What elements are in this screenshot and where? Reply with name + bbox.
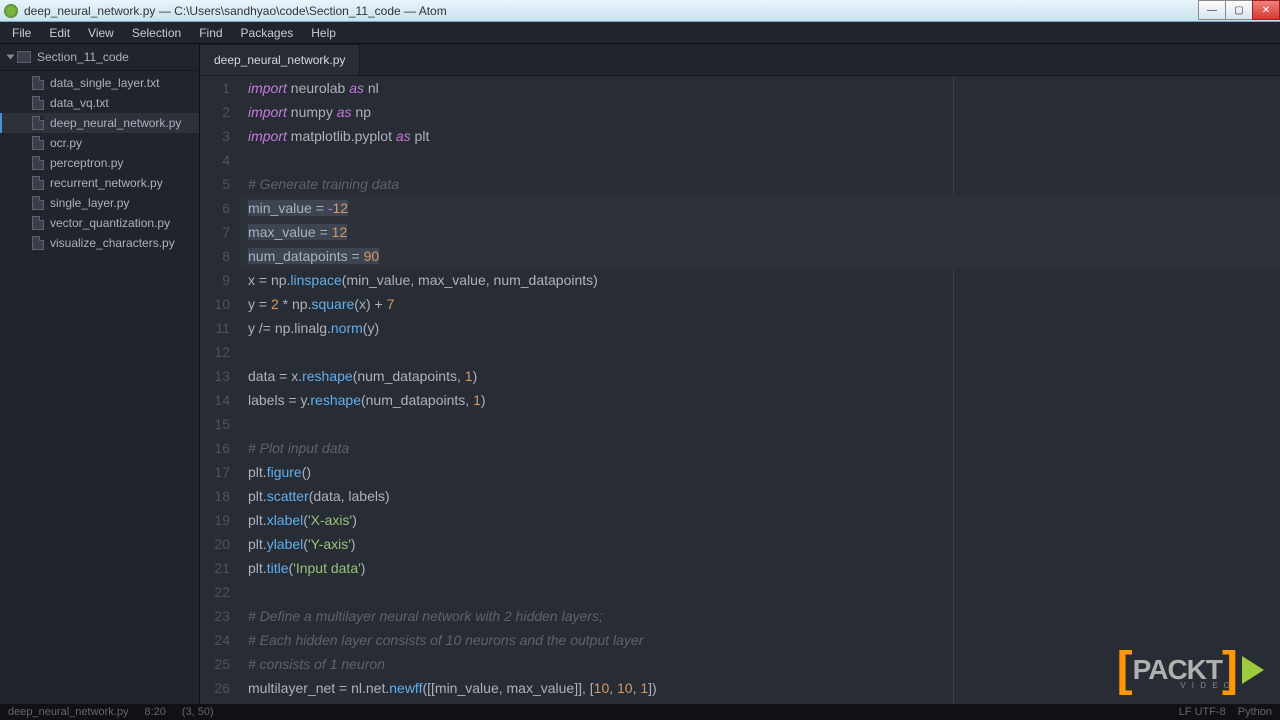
play-icon [1242,656,1264,684]
text-editor[interactable]: 1234567891011121314151617181920212223242… [200,76,1280,704]
file-item[interactable]: visualize_characters.py [0,233,199,253]
status-cursor[interactable]: 8:20 [144,706,165,718]
file-label: data_single_layer.txt [50,76,159,90]
packt-watermark: [PACKT] V I D E O [1117,654,1264,686]
status-encoding[interactable]: LF UTF-8 [1179,706,1226,718]
window-title-bar: deep_neural_network.py — C:\Users\sandhy… [0,0,1280,22]
file-label: data_vq.txt [50,96,109,110]
maximize-button[interactable]: ▢ [1225,0,1253,20]
file-label: ocr.py [50,136,82,150]
editor-pane: deep_neural_network.py 12345678910111213… [200,44,1280,704]
tab-bar: deep_neural_network.py [200,44,1280,76]
file-icon [32,156,44,170]
file-label: visualize_characters.py [50,236,175,250]
file-icon [32,116,44,130]
file-label: recurrent_network.py [50,176,163,190]
menu-find[interactable]: Find [191,24,230,42]
status-file[interactable]: deep_neural_network.py [8,706,128,718]
code-content[interactable]: import neurolab as nl import numpy as np… [240,76,1280,704]
file-icon [32,96,44,110]
folder-icon [17,51,31,63]
file-icon [32,196,44,210]
project-name: Section_11_code [37,50,129,64]
atom-app-icon [4,4,18,18]
menu-edit[interactable]: Edit [41,24,78,42]
file-icon [32,176,44,190]
status-grammar[interactable]: Python [1238,706,1272,718]
window-controls: — ▢ ✕ [1199,0,1280,20]
file-item[interactable]: single_layer.py [0,193,199,213]
file-label: single_layer.py [50,196,129,210]
file-label: deep_neural_network.py [50,116,181,130]
file-item[interactable]: data_single_layer.txt [0,73,199,93]
sidebar-tree-view[interactable]: Section_11_code data_single_layer.txt da… [0,44,200,704]
file-item[interactable]: data_vq.txt [0,93,199,113]
line-gutter: 1234567891011121314151617181920212223242… [200,76,240,704]
file-item[interactable]: vector_quantization.py [0,213,199,233]
file-label: perceptron.py [50,156,123,170]
menu-selection[interactable]: Selection [124,24,189,42]
status-bar: deep_neural_network.py 8:20 (3, 50) LF U… [0,704,1280,720]
file-icon [32,136,44,150]
project-folder[interactable]: Section_11_code [0,44,199,71]
file-item-active[interactable]: deep_neural_network.py [0,113,199,133]
close-button[interactable]: ✕ [1252,0,1280,20]
file-item[interactable]: recurrent_network.py [0,173,199,193]
status-selection: (3, 50) [182,706,214,718]
menu-file[interactable]: File [4,24,39,42]
menu-packages[interactable]: Packages [233,24,302,42]
chevron-down-icon [7,55,15,60]
menu-help[interactable]: Help [303,24,344,42]
window-title: deep_neural_network.py — C:\Users\sandhy… [24,4,447,18]
file-icon [32,216,44,230]
file-icon [32,236,44,250]
file-item[interactable]: perceptron.py [0,153,199,173]
file-icon [32,76,44,90]
file-list: data_single_layer.txt data_vq.txt deep_n… [0,71,199,255]
menu-bar: File Edit View Selection Find Packages H… [0,22,1280,44]
file-label: vector_quantization.py [50,216,170,230]
menu-view[interactable]: View [80,24,122,42]
file-item[interactable]: ocr.py [0,133,199,153]
minimize-button[interactable]: — [1198,0,1226,20]
tab-active[interactable]: deep_neural_network.py [200,44,360,75]
